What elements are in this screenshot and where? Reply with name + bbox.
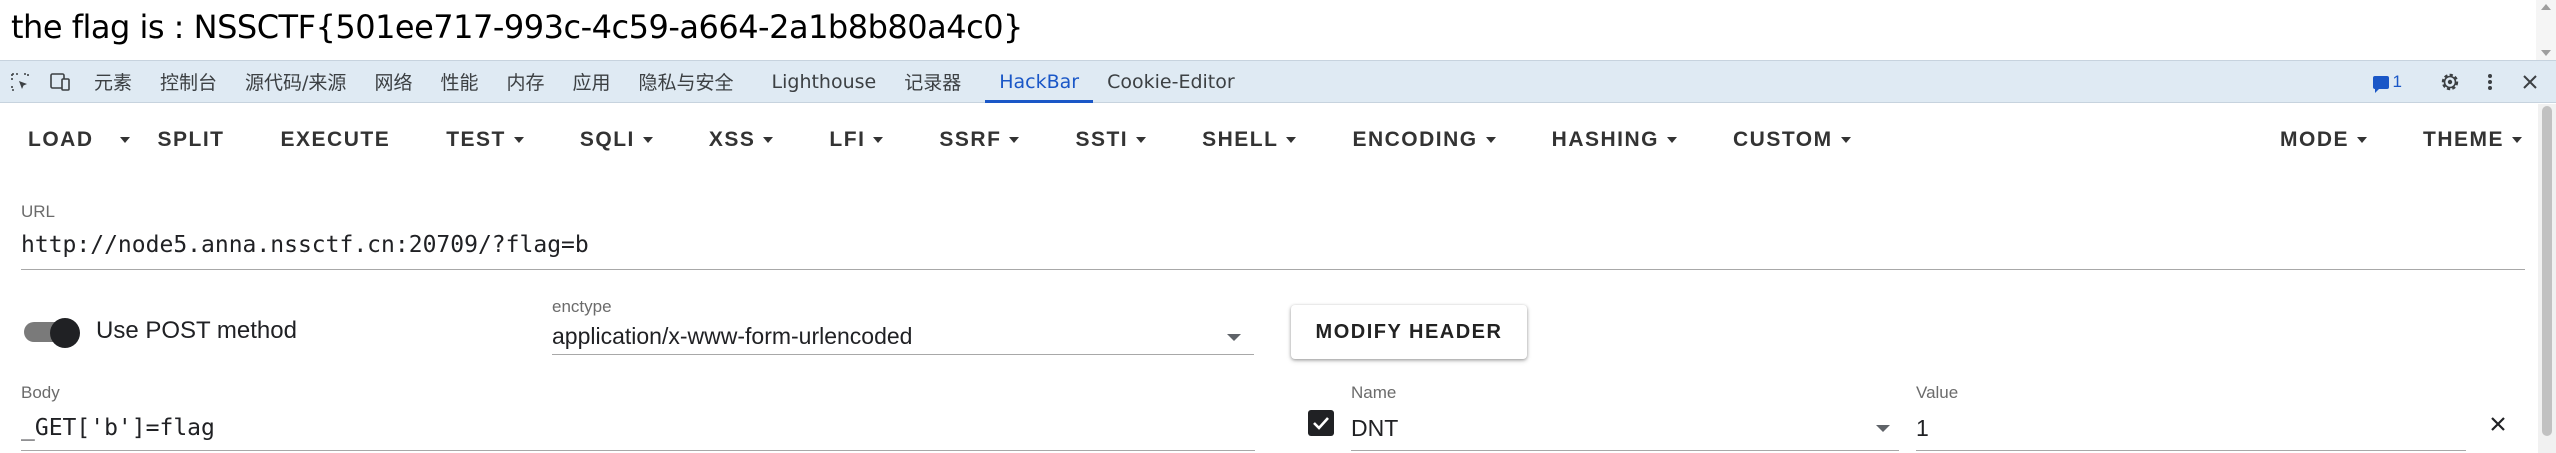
enctype-label: enctype [552, 297, 612, 316]
chevron-down-icon [1667, 137, 1677, 143]
chevron-down-icon [1286, 137, 1297, 143]
tab-application[interactable]: 应用 [558, 61, 624, 103]
more-options-icon[interactable] [2470, 61, 2510, 103]
settings-gear-icon[interactable] [2430, 61, 2470, 103]
chevron-down-icon [1136, 137, 1147, 143]
chevron-down-icon [873, 137, 884, 143]
enctype-select[interactable]: application/x-www-form-urlencoded [552, 323, 912, 350]
encoding-label: ENCODING [1352, 128, 1478, 151]
browser-window: the flag is : NSSCTF{501ee717-993c-4c59-… [0, 0, 2556, 453]
panel-scrollbar[interactable] [2538, 104, 2556, 453]
sqli-menu[interactable]: SQLI [540, 114, 669, 166]
tab-performance[interactable]: 性能 [426, 61, 492, 103]
chevron-down-icon [763, 137, 774, 143]
url-underline [21, 269, 2525, 270]
chevron-down-icon [2357, 137, 2367, 143]
header-value-underline [1916, 450, 2466, 451]
header-name-input[interactable]: DNT [1351, 415, 1398, 442]
theme-menu[interactable]: THEME [2383, 114, 2538, 166]
load-button[interactable]: LOAD [0, 114, 112, 166]
custom-label: CUSTOM [1733, 128, 1833, 151]
chevron-down-icon [1485, 137, 1496, 143]
flag-text: the flag is : NSSCTF{501ee717-993c-4c59-… [11, 8, 1023, 46]
scroll-up-icon[interactable] [2541, 4, 2551, 10]
post-method-toggle[interactable] [22, 318, 80, 348]
ssti-label: SSTI [1075, 128, 1129, 151]
header-name-label: Name [1351, 383, 1397, 402]
test-menu[interactable]: TEST [406, 114, 540, 166]
issues-icon [2372, 75, 2389, 93]
tab-elements[interactable]: 元素 [80, 61, 146, 103]
body-label: Body [21, 383, 60, 402]
checkmark-icon [1313, 417, 1329, 430]
tab-memory[interactable]: 内存 [492, 61, 558, 103]
panel-scrollbar-thumb[interactable] [2542, 106, 2552, 436]
body-input[interactable]: _GET['b']=flag [21, 415, 215, 441]
tab-recorder[interactable]: 记录器 [890, 61, 975, 103]
tab-lighthouse[interactable]: Lighthouse [758, 61, 891, 103]
shell-menu[interactable]: SHELL [1162, 114, 1312, 166]
xss-menu[interactable]: XSS [669, 114, 790, 166]
enctype-dropdown-icon[interactable] [1227, 334, 1241, 341]
post-method-label: Use POST method [96, 317, 297, 344]
encoding-menu[interactable]: ENCODING [1312, 114, 1511, 166]
header-value-label: Value [1916, 383, 1959, 402]
remove-header-icon[interactable] [2487, 413, 2509, 435]
inspect-element-icon[interactable] [0, 61, 40, 103]
tab-privacy-security[interactable]: 隐私与安全 [625, 61, 748, 103]
chevron-down-icon [1009, 137, 1020, 143]
header-name-underline [1351, 450, 1899, 451]
lfi-label: LFI [829, 128, 866, 151]
header-name-dropdown-icon[interactable] [1876, 425, 1890, 432]
test-label: TEST [446, 128, 506, 151]
ssrf-menu[interactable]: SSRF [899, 114, 1035, 166]
ssti-menu[interactable]: SSTI [1035, 114, 1162, 166]
ssrf-label: SSRF [939, 128, 1002, 151]
shell-label: SHELL [1202, 128, 1279, 151]
issues-badge[interactable]: 1 [2372, 72, 2402, 93]
devtools-actions: 1 [2372, 61, 2556, 103]
tab-sources[interactable]: 源代码/来源 [231, 61, 360, 103]
tab-network[interactable]: 网络 [360, 61, 426, 103]
body-underline [21, 450, 1255, 451]
devtools-tab-bar: 元素 控制台 源代码/来源 网络 性能 内存 应用 隐私与安全 Lighthou… [0, 60, 2556, 103]
tab-cookie-editor[interactable]: Cookie-Editor [1093, 61, 1249, 103]
hashing-menu[interactable]: HASHING [1512, 114, 1693, 166]
execute-button[interactable]: EXECUTE [241, 114, 407, 166]
split-button[interactable]: SPLIT [138, 114, 241, 166]
chevron-down-icon [2512, 137, 2522, 143]
header-enabled-checkbox[interactable] [1308, 410, 1334, 436]
page-scrollbar[interactable] [2536, 0, 2556, 60]
url-input[interactable]: http://node5.anna.nssctf.cn:20709/?flag=… [21, 232, 589, 258]
device-toolbar-icon[interactable] [40, 61, 80, 103]
chevron-down-icon [513, 137, 524, 143]
modify-header-button[interactable]: MODIFY HEADER [1291, 305, 1527, 359]
tab-console[interactable]: 控制台 [146, 61, 231, 103]
chevron-down-icon [642, 137, 653, 143]
sqli-label: SQLI [579, 128, 635, 151]
scroll-down-icon[interactable] [2541, 50, 2551, 56]
close-devtools-icon[interactable] [2510, 61, 2550, 103]
hashing-label: HASHING [1551, 128, 1659, 151]
load-dropdown-caret-icon[interactable] [112, 114, 138, 166]
theme-label: THEME [2423, 128, 2504, 151]
mode-menu[interactable]: MODE [2264, 114, 2383, 166]
split-label: SPLIT [157, 128, 225, 151]
url-label: URL [21, 202, 56, 221]
hackbar-toolbar-right: MODE THEME [2264, 104, 2538, 176]
hackbar-toolbar: LOAD SPLIT EXECUTE TEST SQLI XSS LFI SSR… [0, 104, 2538, 176]
toggle-knob [50, 318, 80, 348]
custom-menu[interactable]: CUSTOM [1693, 114, 1867, 166]
tab-hackbar[interactable]: HackBar [985, 61, 1094, 103]
issues-count: 1 [2392, 72, 2402, 91]
execute-label: EXECUTE [280, 128, 391, 151]
xss-label: XSS [708, 128, 756, 151]
enctype-underline [552, 354, 1254, 355]
header-value-input[interactable]: 1 [1916, 415, 1929, 442]
chevron-down-icon [1840, 137, 1851, 143]
mode-label: MODE [2280, 128, 2349, 151]
load-label: LOAD [28, 128, 94, 151]
lfi-menu[interactable]: LFI [789, 114, 899, 166]
